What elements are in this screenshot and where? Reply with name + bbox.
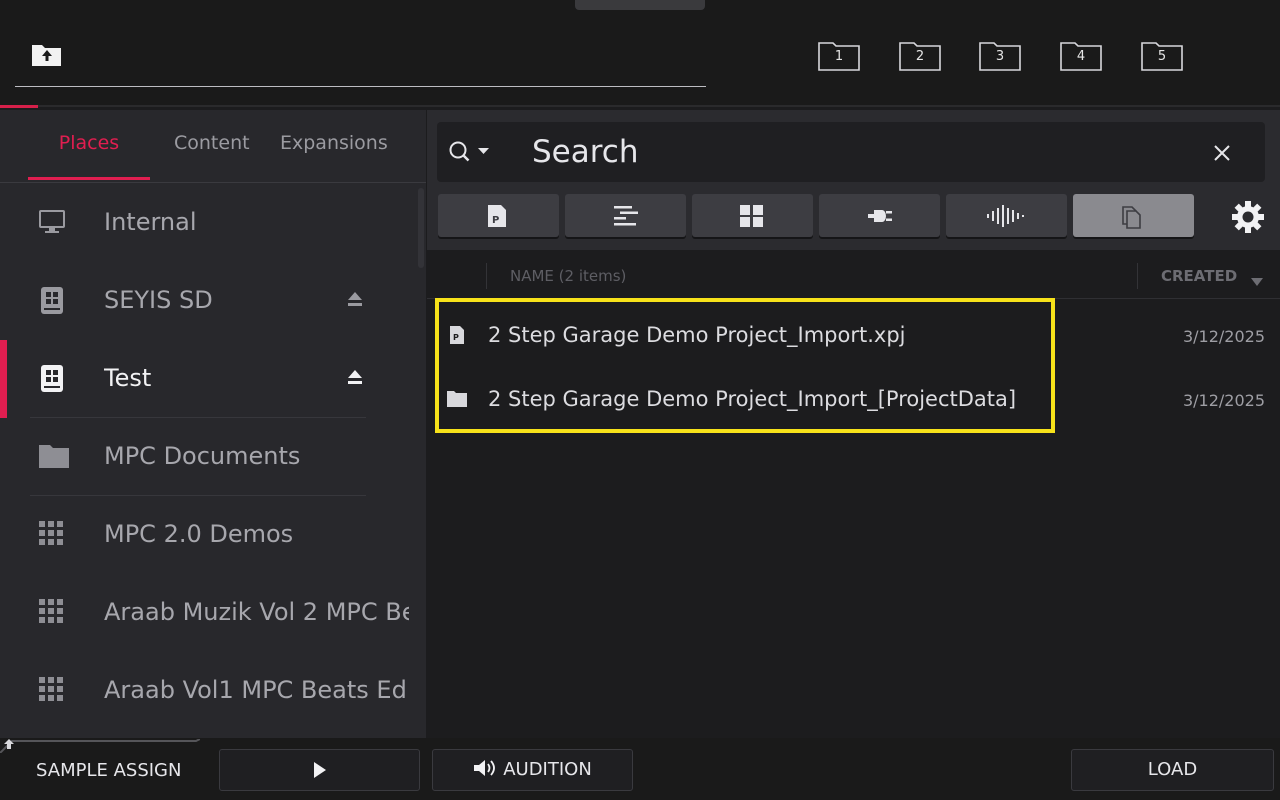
quick-folder-5[interactable]: 5 bbox=[1141, 40, 1183, 72]
search-input[interactable] bbox=[532, 132, 1172, 172]
column-name[interactable]: NAME (2 items) bbox=[510, 267, 626, 285]
place-test[interactable]: Test bbox=[0, 340, 426, 418]
quick-folder-label: 3 bbox=[995, 49, 1005, 64]
file-created-date: 3/12/2025 bbox=[1182, 327, 1265, 346]
search-box[interactable] bbox=[437, 122, 1265, 182]
filter-sequences-button[interactable] bbox=[565, 194, 686, 237]
waveform-icon bbox=[987, 205, 1024, 227]
place-label: MPC 2.0 Demos bbox=[104, 520, 294, 548]
program-grid-icon bbox=[740, 205, 763, 227]
place-internal[interactable]: Internal bbox=[0, 184, 426, 262]
file-created-date: 3/12/2025 bbox=[1182, 391, 1265, 410]
filter-samples-button[interactable] bbox=[946, 194, 1067, 237]
parent-folder-icon[interactable] bbox=[31, 41, 63, 67]
place-mpc-documents[interactable]: MPC Documents bbox=[0, 418, 426, 496]
quick-folder-label: 4 bbox=[1076, 49, 1086, 64]
column-separator bbox=[486, 263, 487, 289]
place-label: Araab Muzik Vol 2 MPC Beats bbox=[104, 598, 409, 626]
tab-content[interactable]: Content bbox=[174, 132, 250, 154]
usb-drive-icon bbox=[38, 364, 70, 394]
bottom-bar: SAMPLE ASSIGN AUDITION LOAD bbox=[0, 738, 1280, 800]
shift-arrow-icon[interactable] bbox=[0, 738, 201, 754]
quick-folder-label: 1 bbox=[834, 49, 844, 64]
filter-projects-button[interactable]: P bbox=[438, 194, 559, 237]
top-bar: 1 2 3 4 5 bbox=[0, 0, 1280, 108]
quick-folder-1[interactable]: 1 bbox=[818, 40, 860, 72]
audition-button[interactable]: AUDITION bbox=[432, 749, 633, 791]
eject-icon[interactable] bbox=[346, 368, 364, 386]
file-browser: P bbox=[427, 110, 1280, 738]
divider-accent bbox=[0, 105, 38, 108]
places-panel: Places Content Expansions Internal SEYIS… bbox=[0, 110, 426, 738]
place-label: Internal bbox=[104, 208, 197, 236]
path-field[interactable] bbox=[15, 86, 706, 87]
close-icon[interactable] bbox=[1213, 144, 1231, 162]
filter-plugins-button[interactable] bbox=[819, 194, 940, 237]
divider bbox=[0, 182, 426, 183]
sort-descending-icon[interactable] bbox=[1251, 271, 1263, 286]
grid-icon bbox=[38, 598, 70, 628]
sequence-icon bbox=[614, 206, 638, 226]
grid-icon bbox=[38, 676, 70, 706]
active-tab-indicator bbox=[28, 177, 150, 180]
search-icon[interactable] bbox=[449, 140, 493, 164]
tab-places[interactable]: Places bbox=[28, 132, 150, 154]
place-label: Araab Vol1 MPC Beats Editi bbox=[104, 676, 409, 704]
play-icon bbox=[313, 762, 326, 778]
filter-all-files-button[interactable] bbox=[1073, 194, 1194, 237]
quick-folder-label: 2 bbox=[915, 49, 925, 64]
place-mpc-2-demos[interactable]: MPC 2.0 Demos bbox=[0, 496, 426, 574]
divider bbox=[0, 105, 1280, 107]
audition-label: AUDITION bbox=[503, 759, 592, 780]
grid-icon bbox=[38, 520, 70, 550]
place-label: MPC Documents bbox=[104, 442, 301, 470]
place-araab-muzik-vol-2[interactable]: Araab Muzik Vol 2 MPC Beats bbox=[0, 574, 426, 652]
quick-folder-label: 5 bbox=[1157, 49, 1167, 64]
tab-expansions[interactable]: Expansions bbox=[280, 132, 388, 154]
search-area: P bbox=[427, 110, 1280, 250]
place-seyis-sd[interactable]: SEYIS SD bbox=[0, 262, 426, 340]
all-files-icon bbox=[1122, 206, 1141, 229]
filter-programs-button[interactable] bbox=[692, 194, 813, 237]
monitor-icon bbox=[38, 208, 70, 238]
quick-folder-3[interactable]: 3 bbox=[979, 40, 1021, 72]
speaker-icon bbox=[474, 760, 496, 776]
plugin-icon bbox=[868, 210, 892, 222]
column-separator bbox=[1137, 263, 1138, 289]
sample-assign-button[interactable]: SAMPLE ASSIGN bbox=[36, 760, 181, 781]
play-button[interactable] bbox=[219, 749, 420, 791]
column-created[interactable]: CREATED bbox=[1161, 267, 1237, 285]
folder-icon bbox=[38, 442, 70, 472]
project-file-icon: P bbox=[488, 205, 506, 227]
sd-card-icon bbox=[38, 286, 70, 316]
place-araab-vol1[interactable]: Araab Vol1 MPC Beats Editi bbox=[0, 652, 426, 730]
svg-text:P: P bbox=[492, 215, 499, 226]
load-button[interactable]: LOAD bbox=[1071, 749, 1274, 791]
quick-folder-2[interactable]: 2 bbox=[899, 40, 941, 72]
column-header: NAME (2 items) CREATED bbox=[427, 251, 1280, 299]
gear-icon[interactable] bbox=[1230, 199, 1266, 235]
top-pull-tab[interactable] bbox=[575, 0, 705, 10]
highlight-box bbox=[435, 298, 1055, 433]
quick-folder-4[interactable]: 4 bbox=[1060, 40, 1102, 72]
eject-icon[interactable] bbox=[346, 290, 364, 308]
